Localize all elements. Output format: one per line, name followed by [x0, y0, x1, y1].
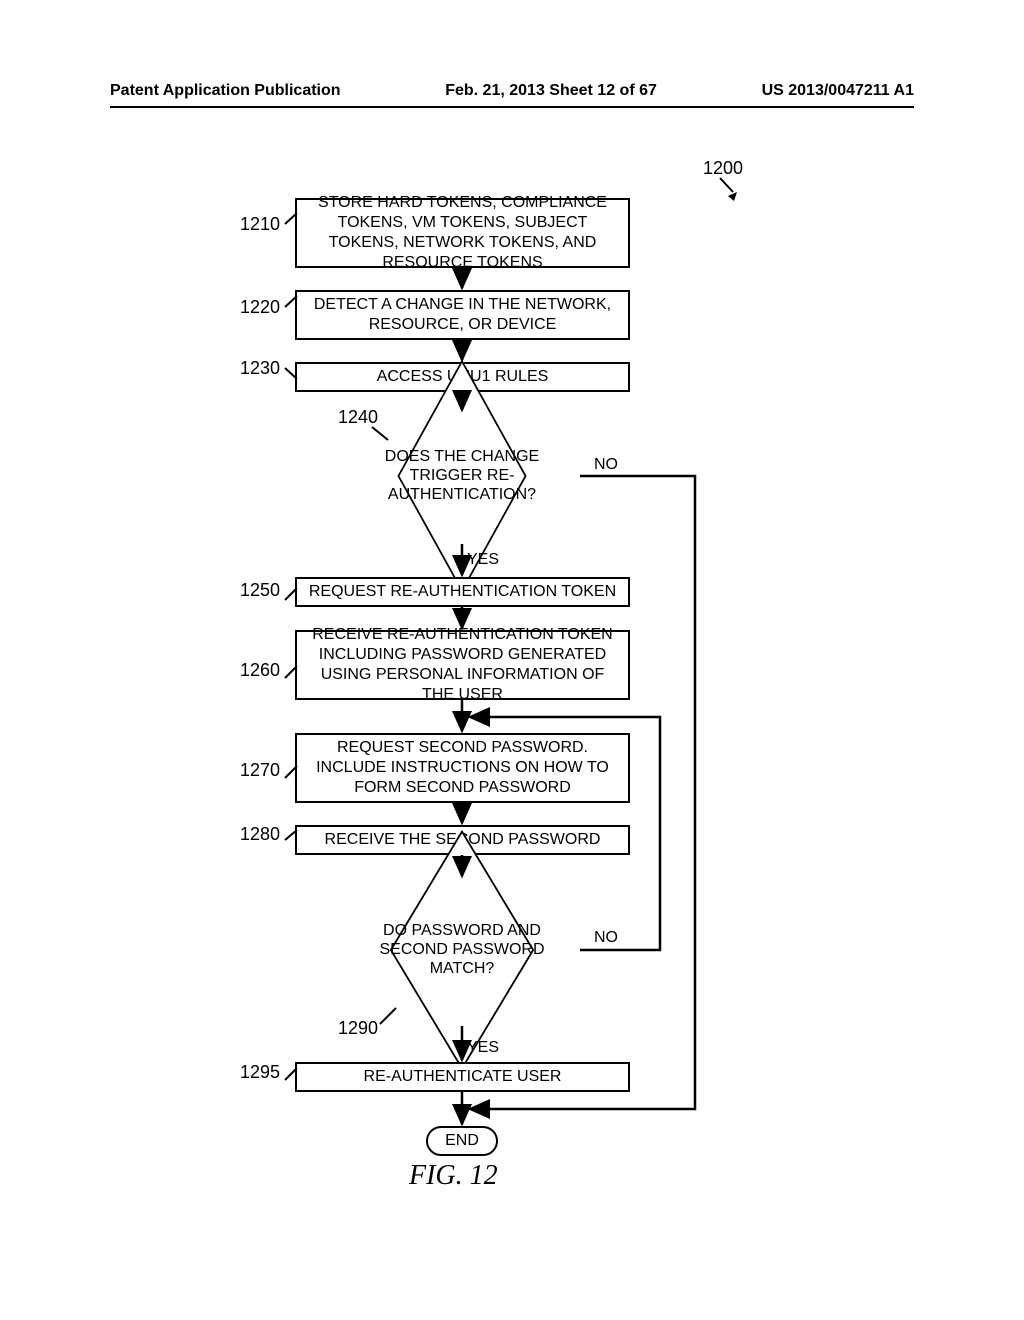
- step-1295-box: RE-AUTHENTICATE USER: [295, 1062, 630, 1092]
- ref-1240: 1240: [338, 407, 378, 428]
- ref-1200: 1200: [703, 158, 743, 179]
- figure-caption: FIG. 12: [409, 1160, 498, 1192]
- step-1250-text: REQUEST RE-AUTHENTICATION TOKEN: [309, 582, 616, 602]
- step-1210-box: STORE HARD TOKENS, COMPLIANCE TOKENS, VM…: [295, 198, 630, 268]
- ref-1260: 1260: [240, 660, 280, 681]
- step-1260-box: RECEIVE RE-AUTHENTICATION TOKEN INCLUDIN…: [295, 630, 630, 700]
- ref-1290: 1290: [338, 1018, 378, 1039]
- branch-yes-1240: YES: [467, 551, 499, 569]
- step-1220-text: DETECT A CHANGE IN THE NETWORK, RESOURCE…: [305, 295, 620, 335]
- ref-1220: 1220: [240, 297, 280, 318]
- decision-1240-text: DOES THE CHANGE TRIGGER RE-AUTHENTICATIO…: [362, 447, 562, 505]
- ref-1295: 1295: [240, 1062, 280, 1083]
- branch-yes-1290: YES: [467, 1039, 499, 1057]
- step-1220-box: DETECT A CHANGE IN THE NETWORK, RESOURCE…: [295, 290, 630, 340]
- step-1210-text: STORE HARD TOKENS, COMPLIANCE TOKENS, VM…: [305, 193, 620, 273]
- terminator-end: END: [426, 1126, 498, 1156]
- ref-1250: 1250: [240, 580, 280, 601]
- flowchart-canvas: 1200 STORE HARD TOKENS, COMPLIANCE TOKEN…: [0, 0, 1024, 1320]
- ref-1210: 1210: [240, 214, 280, 235]
- ref-1270: 1270: [240, 760, 280, 781]
- step-1260-text: RECEIVE RE-AUTHENTICATION TOKEN INCLUDIN…: [305, 625, 620, 705]
- ref-1230: 1230: [240, 358, 280, 379]
- decision-1290-text: DO PASSWORD AND SECOND PASSWORD MATCH?: [372, 921, 552, 979]
- terminator-end-text: END: [445, 1132, 479, 1150]
- step-1270-box: REQUEST SECOND PASSWORD. INCLUDE INSTRUC…: [295, 733, 630, 803]
- step-1270-text: REQUEST SECOND PASSWORD. INCLUDE INSTRUC…: [305, 738, 620, 798]
- step-1295-text: RE-AUTHENTICATE USER: [364, 1067, 562, 1087]
- step-1250-box: REQUEST RE-AUTHENTICATION TOKEN: [295, 577, 630, 607]
- ref-1280: 1280: [240, 824, 280, 845]
- branch-no-1290: NO: [594, 929, 618, 947]
- branch-no-1240: NO: [594, 456, 618, 474]
